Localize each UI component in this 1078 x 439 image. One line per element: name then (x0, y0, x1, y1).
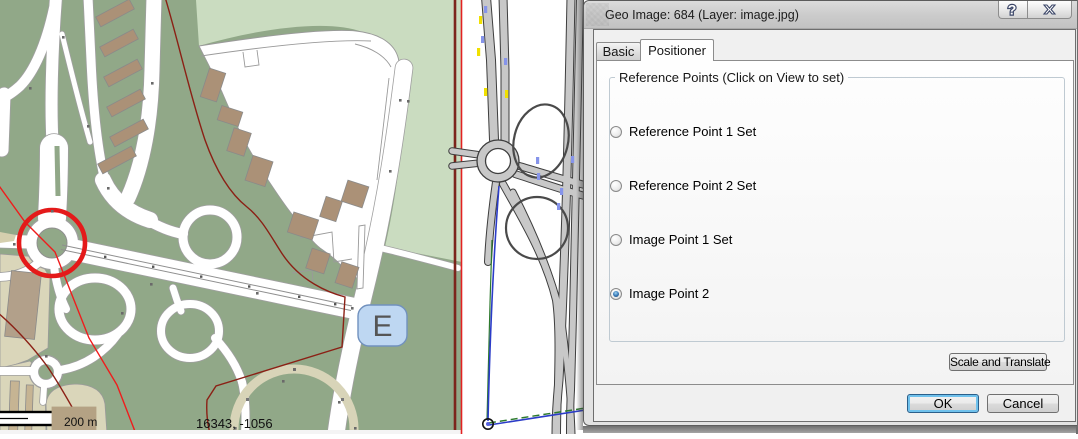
svg-text:200 m: 200 m (64, 415, 97, 429)
svg-text:E: E (372, 310, 392, 343)
svg-text:16343, -1056: 16343, -1056 (196, 416, 273, 431)
svg-text:?: ? (1008, 2, 1017, 18)
